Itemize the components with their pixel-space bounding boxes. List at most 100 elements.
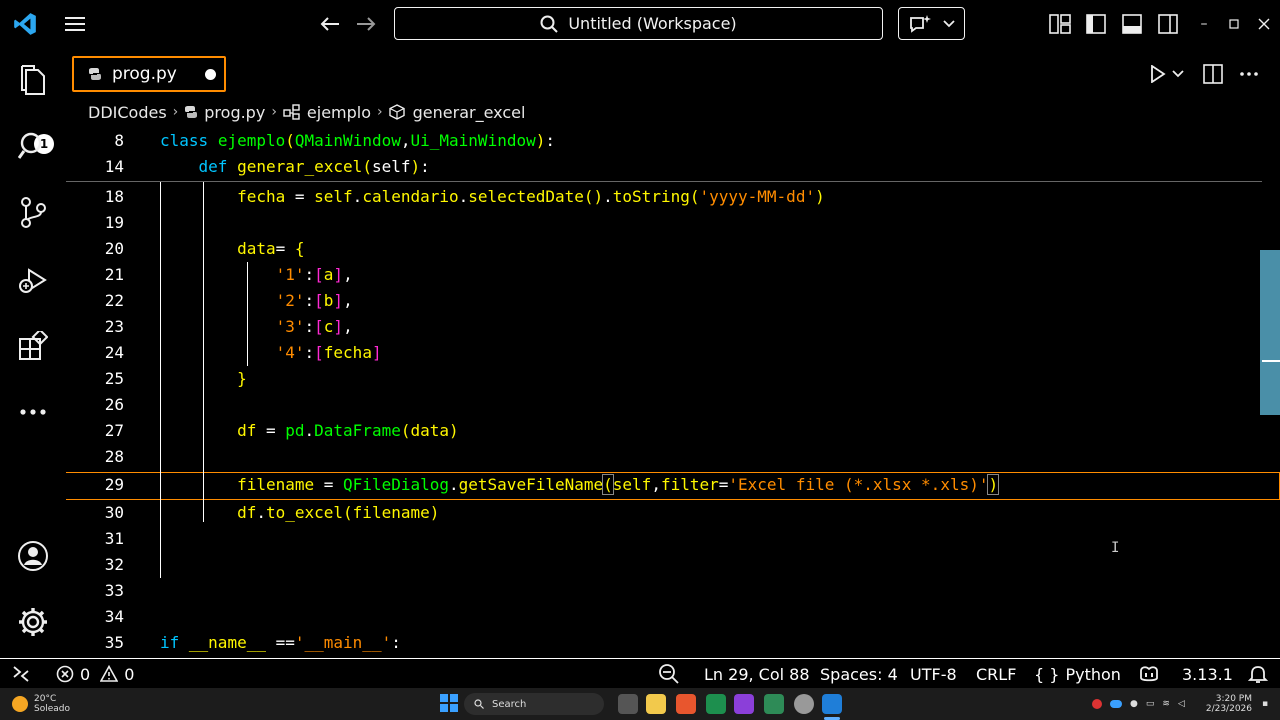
weather-temp: 20°C [34, 694, 57, 704]
close-icon[interactable] [1254, 8, 1274, 40]
vscode-logo-icon [10, 8, 40, 40]
menu-icon[interactable] [60, 8, 90, 40]
minimize-icon[interactable]: – [1194, 8, 1214, 40]
code-line: 25 } [104, 369, 247, 388]
language-label: Python [1065, 664, 1121, 684]
tab-bar [66, 48, 1280, 98]
toggle-secondary-sidebar-icon[interactable] [1154, 8, 1182, 40]
windows-taskbar: 20°C Soleado Search ● ▭ ≋ ◁ 3:20 PM 2/23… [0, 688, 1280, 720]
method-symbol-icon [388, 104, 405, 120]
code-line: 8 class ejemplo(QMainWindow,Ui_MainWindow… [114, 131, 556, 150]
tab-label: prog.py [112, 64, 177, 84]
class-symbol-icon [283, 104, 300, 120]
code-line: 24 '4':[fecha] [104, 343, 382, 362]
code-line: 26 [104, 395, 124, 414]
vscode-taskbar-icon[interactable] [822, 694, 842, 714]
gear-icon[interactable] [13, 602, 53, 642]
clock[interactable]: 3:20 PM 2/23/2026 [1206, 688, 1252, 720]
indentation[interactable]: Spaces: 4 [820, 659, 898, 689]
status-bar: 0 0 Ln 29, Col 88 Spaces: 4 UTF-8 CRLF {… [0, 658, 1280, 688]
file-explorer-icon[interactable] [646, 694, 666, 714]
tray-app-icon [1092, 699, 1102, 709]
code-line: 31 [104, 529, 124, 548]
notification-center-icon[interactable]: ▪ [1262, 688, 1268, 720]
weather-desc: Soleado [34, 704, 70, 714]
explorer-icon[interactable] [13, 60, 53, 100]
code-line: 18 fecha = self.calendario.selectedDate(… [104, 187, 825, 206]
workspace-title: Untitled (Workspace) [568, 14, 737, 33]
start-windows-icon[interactable] [440, 694, 460, 714]
copilot-status-icon[interactable] [1138, 659, 1160, 689]
wifi-icon: ≋ [1162, 699, 1170, 709]
breadcrumb-file[interactable]: prog.py [204, 103, 265, 122]
command-center-search[interactable]: Untitled (Workspace) [394, 7, 883, 40]
terminal-icon[interactable] [764, 694, 784, 714]
encoding[interactable]: UTF-8 [910, 659, 957, 689]
weather-widget[interactable]: 20°C Soleado [12, 688, 70, 720]
monitor-icon: ▭ [1145, 699, 1155, 709]
toggle-panel-icon[interactable] [1118, 8, 1146, 40]
activity-bar: 1 [0, 48, 66, 658]
code-editor[interactable]: 8 class ejemplo(QMainWindow,Ui_MainWindow… [66, 128, 1280, 658]
extensions-icon[interactable] [13, 326, 53, 366]
run-python-button[interactable] [1146, 58, 1188, 90]
python-version[interactable]: 3.13.1 [1182, 659, 1233, 689]
mic-icon: ● [1130, 699, 1138, 709]
language-mode[interactable]: { } Python [1034, 659, 1121, 689]
search-label: Search [492, 698, 527, 710]
editor-scrollbar-thumb[interactable] [1260, 250, 1280, 415]
onedrive-icon [1110, 700, 1122, 708]
breadcrumb-method[interactable]: generar_excel [413, 103, 526, 122]
error-count: 0 [80, 664, 91, 684]
python-file-icon [89, 68, 101, 80]
text-cursor-icon: I [1111, 540, 1120, 556]
code-line: 33 [104, 581, 124, 600]
breadcrumb: DDICodes › prog.py › ejemplo › generar_e… [88, 100, 525, 124]
code-line: 23 '3':[c], [104, 317, 353, 336]
tab-prog-py[interactable]: prog.py [72, 56, 226, 92]
breadcrumb-class[interactable]: ejemplo [307, 103, 371, 122]
toggle-primary-sidebar-icon[interactable] [1082, 8, 1110, 40]
cursor-position[interactable]: Ln 29, Col 88 [704, 659, 810, 689]
scrollbar-cursor-marker [1262, 360, 1280, 362]
forward-arrow-icon[interactable] [352, 8, 380, 40]
breadcrumb-folder[interactable]: DDICodes [88, 103, 167, 122]
code-line-current: 29 filename = QFileDialog.getSaveFileNam… [104, 474, 1000, 495]
source-control-icon[interactable] [13, 192, 53, 232]
accounts-icon[interactable] [13, 536, 53, 576]
problems-indicator[interactable]: 0 0 [56, 659, 134, 689]
chevron-down-icon [1172, 70, 1184, 78]
end-of-line[interactable]: CRLF [976, 659, 1016, 689]
chevron-right-icon: › [271, 104, 277, 120]
settings-app-icon[interactable] [794, 694, 814, 714]
restore-icon[interactable] [1224, 8, 1244, 40]
unsaved-dot-icon[interactable] [205, 69, 216, 80]
task-view-icon[interactable] [618, 694, 638, 714]
customize-layout-icon[interactable] [1046, 8, 1074, 40]
search-icon[interactable] [13, 126, 53, 166]
system-tray[interactable]: ● ▭ ≋ ◁ [1092, 688, 1185, 720]
excel-icon[interactable] [706, 694, 726, 714]
remote-indicator[interactable] [12, 659, 30, 689]
sticky-scroll-separator [66, 181, 1262, 182]
code-line: 34 [104, 607, 124, 626]
more-icon[interactable] [13, 392, 53, 432]
chevron-right-icon: › [377, 104, 383, 120]
code-line: 20 data= { [104, 239, 305, 258]
app-icon[interactable] [734, 694, 754, 714]
copilot-button[interactable] [898, 7, 965, 40]
python-file-icon [185, 106, 198, 118]
zoom-icon[interactable] [658, 659, 680, 689]
brave-browser-icon[interactable] [676, 694, 696, 714]
split-editor-icon[interactable] [1200, 58, 1226, 90]
back-arrow-icon[interactable] [316, 8, 344, 40]
clock-date: 2/23/2026 [1205, 704, 1252, 714]
more-actions-icon[interactable] [1236, 58, 1262, 90]
taskbar-search[interactable]: Search [464, 693, 604, 715]
clock-time: 3:20 PM [1215, 694, 1252, 704]
error-icon [56, 665, 74, 683]
notifications-bell-icon[interactable] [1248, 659, 1268, 689]
play-icon [1151, 65, 1166, 83]
run-debug-icon[interactable] [13, 260, 53, 300]
code-line: 19 [104, 213, 124, 232]
